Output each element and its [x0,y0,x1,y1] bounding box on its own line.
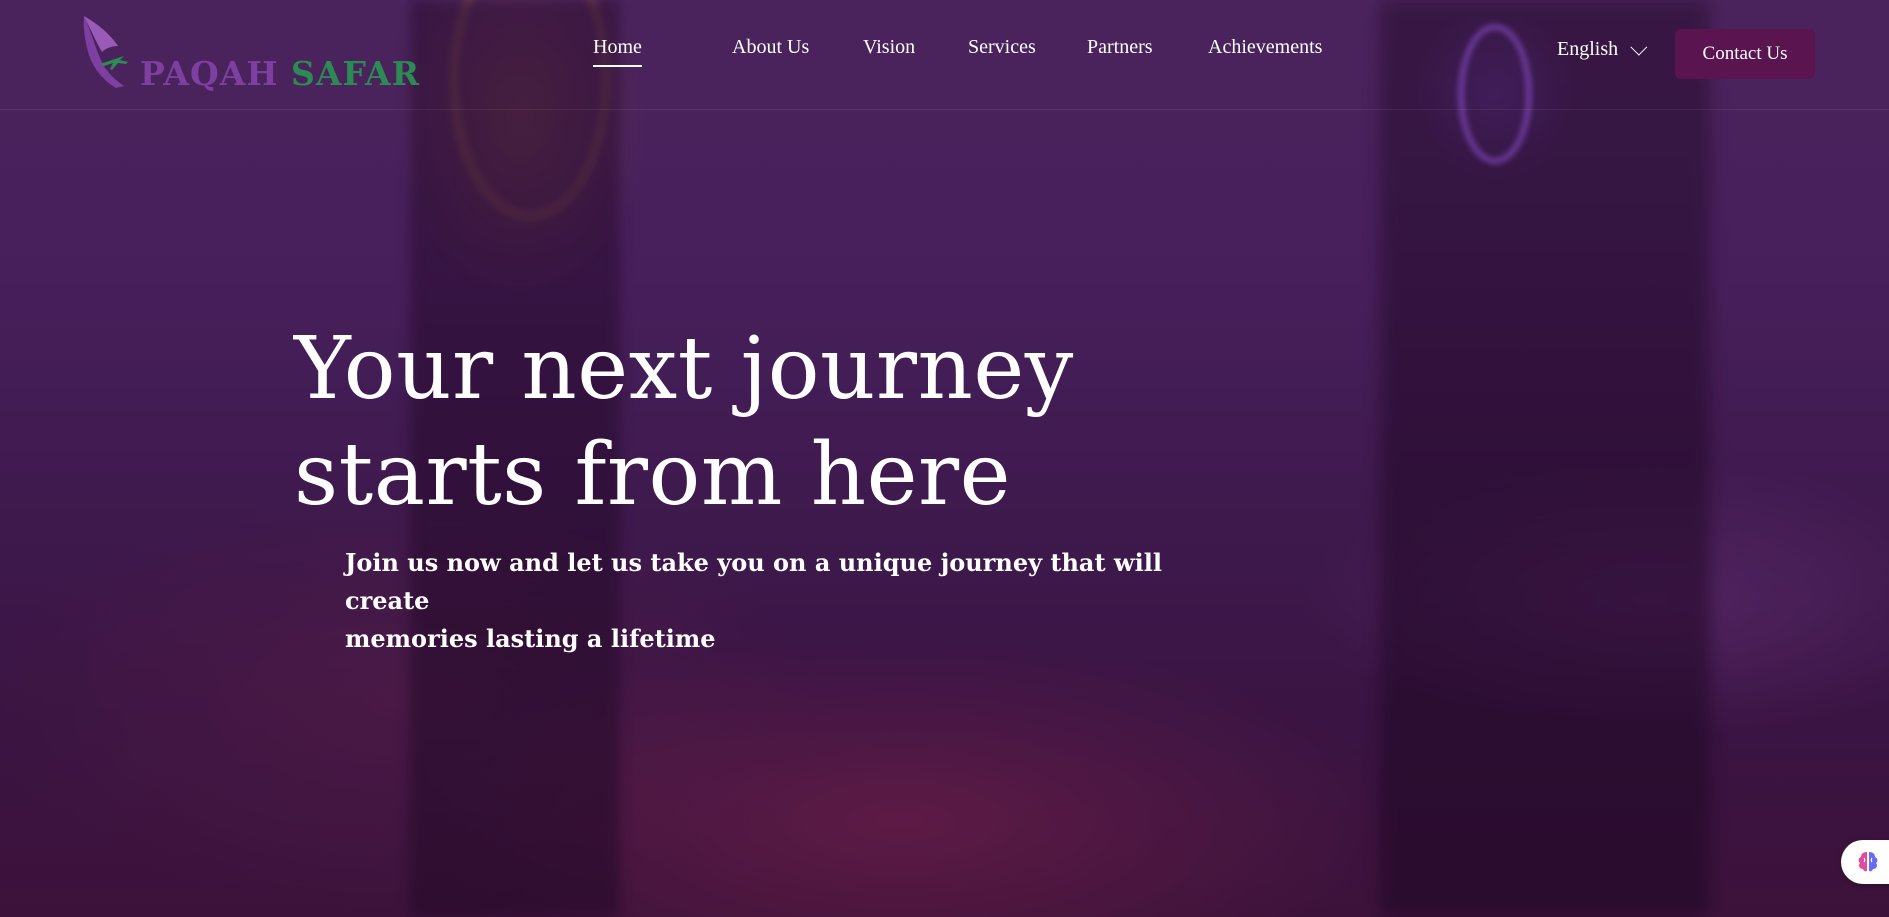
nav-vision[interactable]: Vision [863,36,915,59]
contact-us-button[interactable]: Contact Us [1675,29,1815,79]
nav-achievements[interactable]: Achievements [1208,36,1322,59]
hero-subtitle: Join us now and let us take you on a uni… [345,544,1195,658]
nav-services[interactable]: Services [968,36,1036,59]
chevron-down-icon [1630,38,1648,56]
site-header: PAQAH SAFAR Home About Us Vision Service… [0,0,1889,110]
brand-name-part2: SAFAR [291,54,421,93]
nav-partners[interactable]: Partners [1087,36,1153,59]
hero-subtitle-line2: memories lasting a lifetime [345,624,716,653]
brand-name: PAQAH SAFAR [140,54,420,93]
nav-home[interactable]: Home [593,36,642,67]
brand-logo[interactable]: PAQAH SAFAR [80,14,419,94]
hero-title: Your next journey starts from here [294,316,1194,528]
assistant-widget-button[interactable] [1841,840,1889,884]
language-label: English [1557,38,1619,60]
language-selector[interactable]: English [1557,38,1648,61]
brand-name-part1: PAQAH [140,54,292,93]
hero-title-line2: starts from here [294,425,1011,525]
nav-about-us[interactable]: About Us [732,36,809,59]
hero-subtitle-line1: Join us now and let us take you on a uni… [345,548,1162,615]
brain-icon [1858,852,1878,872]
hero-title-line1: Your next journey [294,319,1074,419]
